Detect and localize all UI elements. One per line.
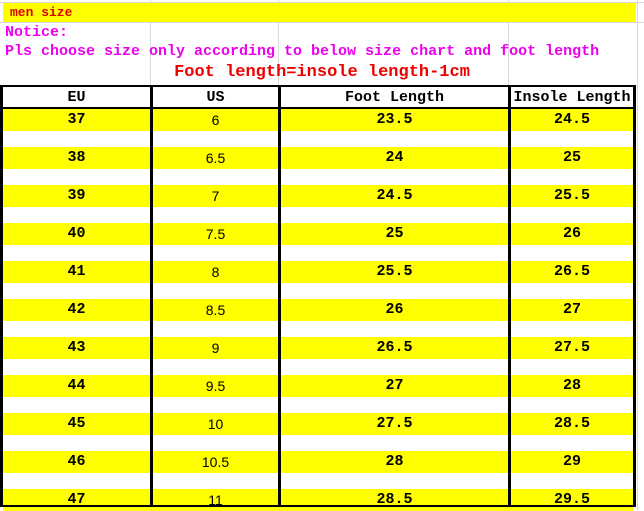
table-cell-insole-length: 25 — [562, 149, 581, 166]
table-cell-eu: 38 — [67, 149, 86, 166]
column-header-eu: EU — [67, 89, 86, 106]
table-cell-foot-length: 26.5 — [376, 339, 413, 356]
column-header-us: US — [206, 89, 225, 106]
table-cell-us: 6 — [211, 112, 220, 128]
grid-line — [0, 22, 644, 23]
table-cell-foot-length: 25 — [385, 225, 404, 242]
men-size-label: men size — [10, 5, 73, 20]
table-cell-insole-length: 29.5 — [553, 491, 590, 508]
table-cell-eu: 42 — [67, 301, 86, 318]
table-cell-eu: 46 — [67, 453, 86, 470]
table-cell-insole-length: 27 — [562, 301, 581, 318]
column-header-insole-length: Insole Length — [513, 89, 631, 106]
table-cell-insole-length: 24.5 — [553, 111, 590, 128]
table-cell-foot-length: 28.5 — [376, 491, 413, 508]
table-cell-insole-length: 28 — [562, 377, 581, 394]
table-cell-us: 6.5 — [205, 150, 226, 166]
table-cell-foot-length: 23.5 — [376, 111, 413, 128]
formula-text: Foot length=insole length-1cm — [174, 63, 470, 82]
table-right-border — [633, 87, 636, 507]
table-cell-foot-length: 27 — [385, 377, 404, 394]
table-cell-insole-length: 29 — [562, 453, 581, 470]
table-cell-insole-length: 27.5 — [553, 339, 590, 356]
table-cell-insole-length: 26.5 — [553, 263, 590, 280]
table-cell-foot-length: 24.5 — [376, 187, 413, 204]
table-cell-eu: 44 — [67, 377, 86, 394]
table-cell-foot-length: 25.5 — [376, 263, 413, 280]
table-cell-us: 9 — [211, 340, 220, 356]
size-chart-table: EU US Foot Length Insole Length 37 6 23.… — [0, 85, 636, 511]
table-cell-foot-length: 28 — [385, 453, 404, 470]
table-cell-eu: 37 — [67, 111, 86, 128]
table-cell-us: 7 — [211, 188, 220, 204]
table-cell-us: 11 — [208, 492, 223, 508]
table-cell-foot-length: 27.5 — [376, 415, 413, 432]
table-cell-us: 10.5 — [201, 454, 230, 470]
table-cell-us: 10 — [207, 416, 224, 432]
table-cell-eu: 39 — [67, 187, 86, 204]
table-cell-eu: 45 — [67, 415, 86, 432]
table-cell-insole-length: 26 — [562, 225, 581, 242]
table-cell-foot-length: 26 — [385, 301, 404, 318]
table-cell-foot-length: 24 — [385, 149, 404, 166]
table-cell-eu: 43 — [67, 339, 86, 356]
table-cell-eu: 47 — [67, 491, 86, 508]
table-bottom-border — [0, 505, 636, 507]
notice-instruction: Pls choose size only according to below … — [5, 43, 600, 60]
table-cell-us: 9.5 — [205, 378, 226, 394]
table-cell-us: 8 — [211, 264, 220, 280]
table-cell-eu: 41 — [67, 263, 86, 280]
notice-heading: Notice: — [5, 24, 69, 41]
column-header-foot-length: Foot Length — [344, 89, 445, 106]
table-cell-us: 7.5 — [205, 226, 226, 242]
size-chart-page: men size Notice: Pls choose size only ac… — [0, 0, 644, 511]
table-cell-eu: 40 — [67, 225, 86, 242]
table-cell-insole-length: 25.5 — [553, 187, 590, 204]
table-top-border — [0, 85, 636, 87]
table-cell-insole-length: 28.5 — [553, 415, 590, 432]
men-size-banner: men size — [3, 3, 636, 22]
table-cell-us: 8.5 — [205, 302, 226, 318]
